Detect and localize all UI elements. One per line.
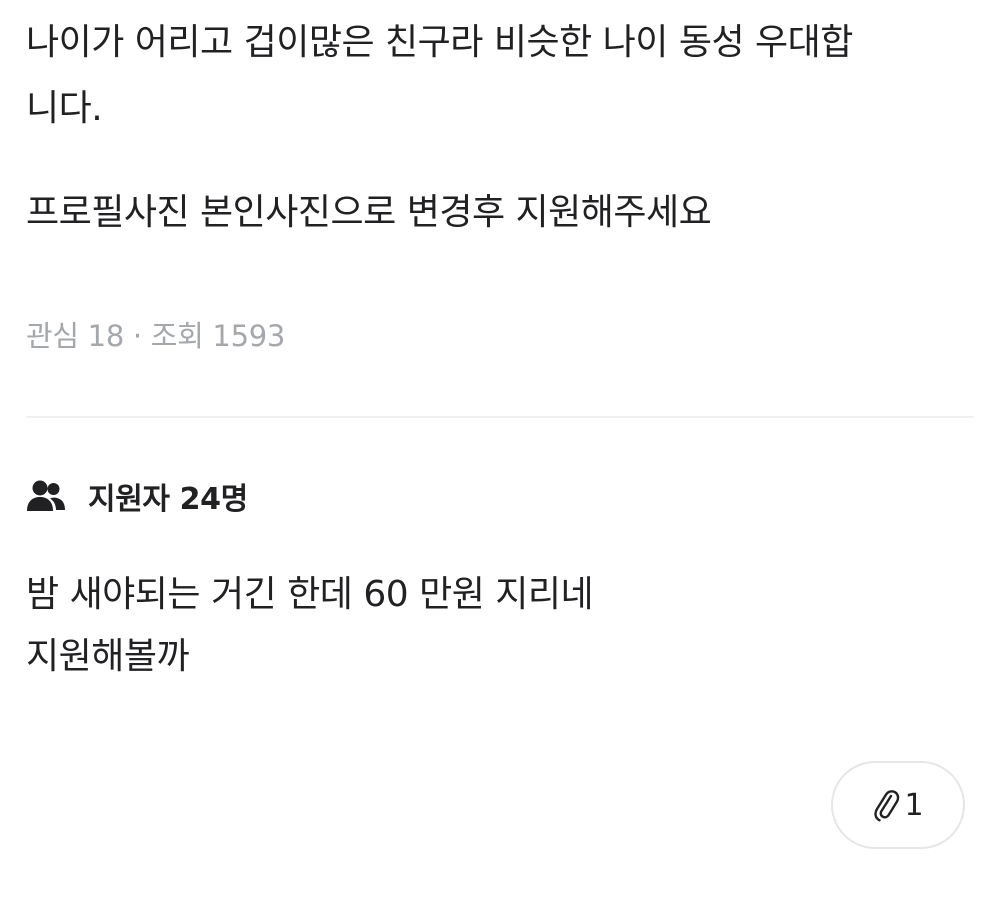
post-text-line: 니다. <box>26 88 103 129</box>
post-body: 나이가 어리고 겁이많은 친구라 비슷한 나이 동성 우대합 니다. 프로필사진… <box>26 10 966 246</box>
applicants-header: 지원자 24명 <box>26 474 248 518</box>
section-divider <box>26 416 974 418</box>
post-text-line: 프로필사진 본인사진으로 변경후 지원해주세요 <box>26 192 712 233</box>
attachment-button[interactable]: 1 <box>831 761 965 849</box>
comment-text-line: 밤 새야되는 거긴 한데 60 만원 지리네 <box>26 574 594 615</box>
comment-body: 밤 새야되는 거긴 한데 60 만원 지리네 지원해볼까 <box>26 564 926 688</box>
paperclip-icon <box>872 787 900 823</box>
post-meta-stats: 관심 18 · 조회 1593 <box>26 319 286 353</box>
comment-text-line: 지원해볼까 <box>26 636 190 677</box>
attachment-count: 1 <box>904 787 924 823</box>
post-text-line: 나이가 어리고 겁이많은 친구라 비슷한 나이 동성 우대합 <box>26 22 853 63</box>
applicants-count-label: 지원자 24명 <box>88 482 248 517</box>
people-icon <box>26 479 66 513</box>
